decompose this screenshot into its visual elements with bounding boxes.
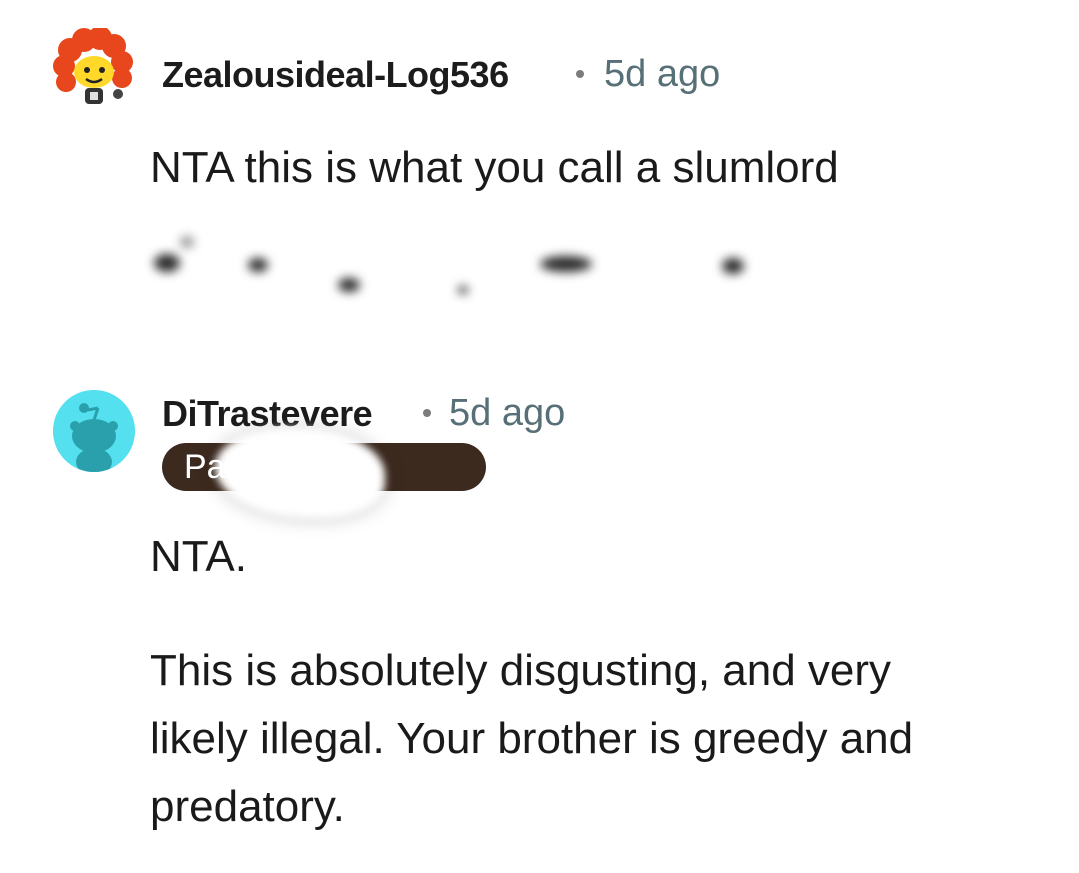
comment-body-line: NTA. xyxy=(150,532,247,581)
avatar[interactable] xyxy=(52,26,134,110)
comment-body-line: predatory. xyxy=(150,782,345,831)
avatar[interactable] xyxy=(53,390,135,472)
user-flair-text: Pa nt [1] xyxy=(184,448,311,486)
curly-orange-hair-avatar-icon xyxy=(53,26,133,104)
comment-body: NTA this is what you call a slumlord xyxy=(150,143,839,192)
comment-body-paragraph: This is absolutely disgusting, and very … xyxy=(150,637,913,841)
comment-timestamp: 5d ago xyxy=(449,392,566,434)
redacted-action-bar xyxy=(150,230,770,310)
comment-body-line: This is absolutely disgusting, and very xyxy=(150,646,892,695)
separator-dot xyxy=(423,409,431,417)
comment-timestamp: 5d ago xyxy=(604,53,721,95)
snoo-default-avatar-icon xyxy=(53,390,135,472)
separator-dot xyxy=(576,70,584,78)
comment-author[interactable]: Zealousideal-Log536 xyxy=(162,54,509,96)
comment-body-line: likely illegal. Your brother is greedy a… xyxy=(150,714,914,763)
